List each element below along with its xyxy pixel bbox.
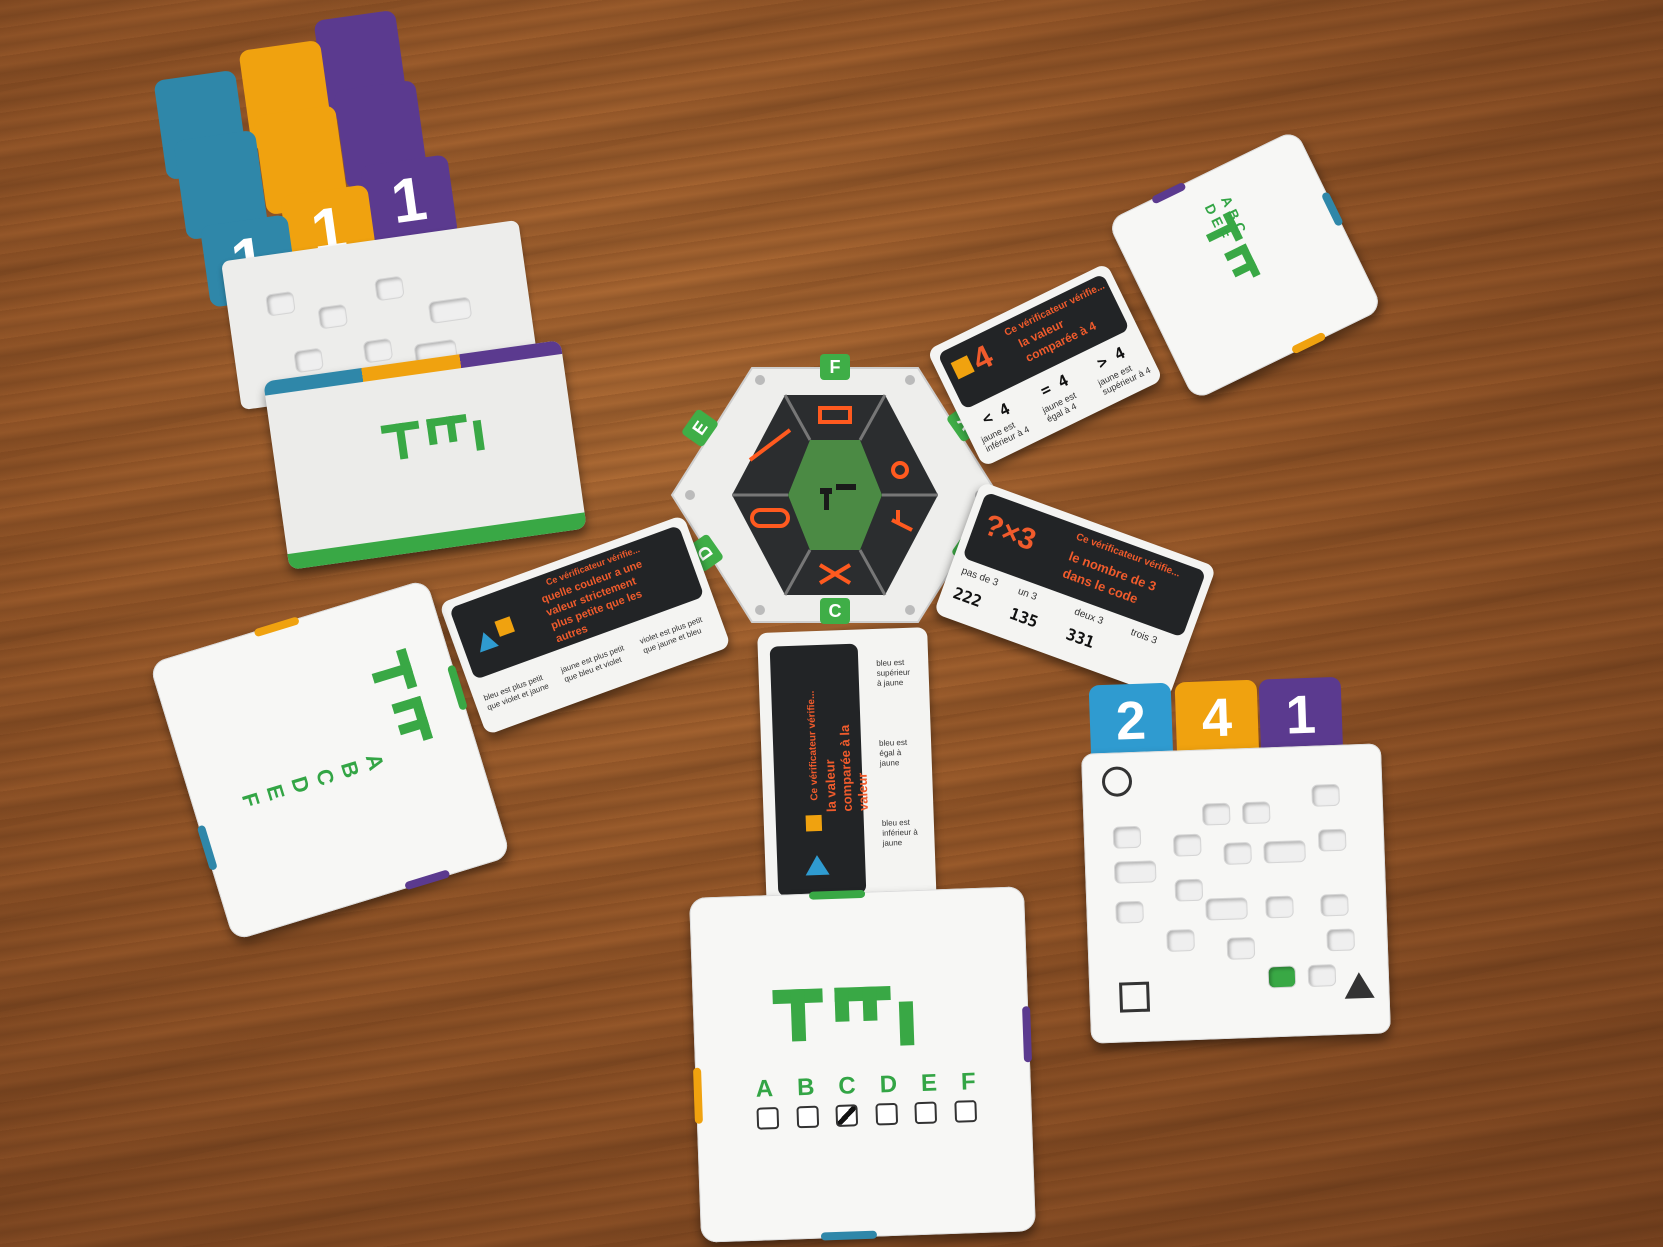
punch-hole [1175,879,1203,901]
option-code: 135 [1007,603,1041,632]
blue-code-digit: 2 [1114,690,1147,752]
punch-hole [1321,894,1348,916]
option-label: deux 3 [1072,606,1105,628]
triangle-icon [1343,971,1375,999]
purple-tab [1022,1006,1033,1063]
yellow-square-icon [805,814,823,832]
punch-hole [1202,803,1230,825]
rack-hole [318,304,348,329]
blue-triangle-icon [804,854,830,876]
checkbox-e[interactable] [914,1101,938,1125]
yellow-tab [1290,331,1327,355]
checklist-logo [772,984,944,1050]
letter-a: A [755,1075,774,1103]
punch-hole [1242,802,1270,824]
yellow-tab [693,1067,703,1124]
rack-hole [428,297,472,323]
blue-tab [820,1230,878,1241]
checklist-card-bottom[interactable]: A B C D E F [689,886,1036,1243]
punch-hole [1114,861,1156,883]
checkbox-b[interactable] [796,1105,819,1129]
option-label: trois 3 [1129,627,1159,647]
letter-b: B [1224,206,1244,223]
punch-hole [1173,834,1201,856]
punch-hole [1206,898,1247,920]
blue-triangle-icon [473,628,499,653]
punch-hole [1318,829,1346,851]
criteria-screen: Ce vérificateur vérifie... la valeur com… [769,643,871,897]
purple-tab [1150,181,1187,205]
punch-hole [1224,842,1251,864]
option-caption: jaune est plus petit que bleu et violet [559,643,626,685]
checkbox-row [756,1100,978,1130]
card-rack: 1 1 1 [153,9,630,570]
player-code-stack: 2 4 1 [1079,674,1422,1055]
yellow-square-icon [950,355,975,380]
option-caption: bleu est plus petit que violet et jaune [482,672,551,713]
option-caption: bleu est inférieur à jaune [881,817,918,848]
punch-hole [1227,937,1255,959]
rack-front [263,340,587,570]
punch-hole [1113,826,1141,848]
rack-hole [294,348,323,373]
punch-card[interactable] [1081,743,1391,1044]
hub-label-c: C [820,598,850,624]
punch-hole [1167,930,1194,951]
yellow-code-digit: 4 [1200,687,1233,749]
criteria-card-b[interactable]: ?×3 Ce vérificateur vérifie... le nombre… [933,481,1217,699]
criteria-card-c[interactable]: Ce vérificateur vérifie... la valeur com… [757,627,937,913]
letter-b: B [796,1073,815,1102]
letter-f: F [960,1068,977,1096]
letter-c: C [1230,219,1250,236]
purple-digit: 1 [387,163,431,238]
checkbox-f[interactable] [954,1100,978,1123]
checkbox-a[interactable] [756,1106,780,1130]
purple-tab [404,869,451,891]
punch-hole [1327,929,1355,951]
rack-hole [266,292,295,316]
rack-logo [380,411,498,486]
option-caption: bleu est supérieur à jaune [876,657,911,688]
letter-a: A [1217,193,1237,210]
option-code: 222 [950,583,985,612]
hub-label-f: F [820,354,850,380]
letter-c: C [837,1072,857,1100]
yellow-tab [253,616,300,638]
option-label: un 3 [1016,585,1039,603]
letter-e: E [920,1069,938,1097]
punch-hole [1312,784,1339,806]
rack-base [287,512,587,570]
wooden-table: 1 1 1 [0,0,1663,1247]
option-caption: violet est plus petit que jaune et bleu [638,614,704,656]
letter-d: D [1201,201,1221,218]
checkbox-d[interactable] [875,1102,898,1126]
blue-tab [1320,191,1344,227]
green-tab [808,889,866,900]
frame-icon [1119,981,1151,1013]
big-symbol: ?×3 [979,508,1041,558]
rack-hole [363,338,393,363]
punch-hole [1266,896,1293,918]
checklist-letters: A B C D E F [171,739,393,842]
checklist-letters-row: A B C D E F [755,1068,976,1104]
purple-code-digit: 1 [1284,684,1317,746]
punch-hole [1268,966,1296,988]
option-code: 331 [1063,624,1098,653]
yellow-square-icon [494,616,515,637]
punch-hole [1116,901,1143,923]
option-caption: bleu est égal à jaune [878,737,908,768]
target-icon [1101,766,1133,798]
rack-hole [375,276,404,301]
checkbox-c[interactable] [835,1104,859,1127]
punch-hole [1264,841,1305,863]
punch-hole [1308,965,1336,987]
letter-d: D [879,1070,898,1099]
